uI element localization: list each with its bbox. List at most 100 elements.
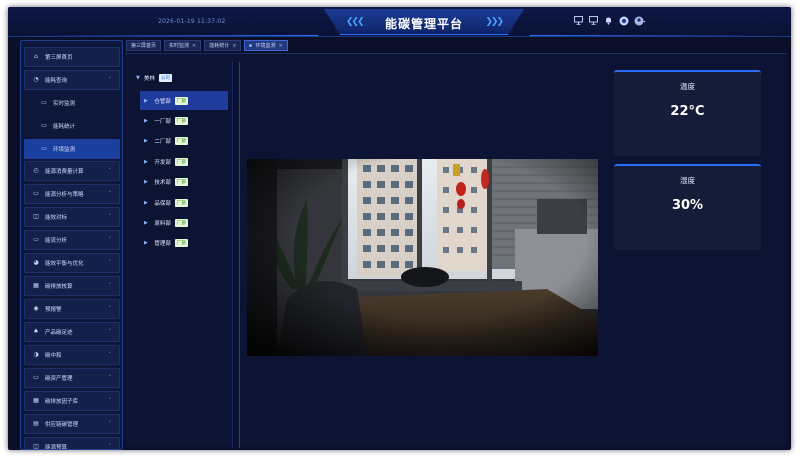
sidebar-item[interactable]: ▤ 供应链碳管理 ˅ (24, 414, 120, 434)
caret-right-icon[interactable]: ▶ (144, 240, 148, 246)
tab[interactable]: 实时监测 × (164, 40, 202, 51)
sidebar-item[interactable]: ◴ 能源消费量计算 ˅ (24, 161, 120, 181)
caret-right-icon[interactable]: ▶ (144, 220, 148, 226)
department-tag: 厂部 (174, 116, 188, 125)
chevron-up-icon[interactable]: ˄ (109, 77, 112, 83)
bell-icon[interactable] (604, 16, 613, 25)
tree-node-label: 仓管部 (154, 98, 171, 105)
top-header: 2026-01-19 11:37:02 ❮❮❮ 能碳管理平台 ❯❯❯ (8, 7, 791, 37)
department-tag: 厂部 (174, 198, 188, 207)
department-tag: 厂部 (174, 96, 188, 105)
sidebar-item-label: 能源预算 (45, 445, 68, 450)
company-tag: 公司 (158, 74, 172, 82)
sidebar-item-label: 能效对标 (45, 215, 68, 221)
caret-right-icon[interactable]: ▶ (144, 138, 148, 144)
sidebar-item[interactable]: ▭ 能源分析与策略 ˅ (24, 184, 120, 204)
tab[interactable]: 能耗统计 × (204, 40, 242, 51)
sidebar-item-label: 能源消费量计算 (45, 169, 84, 175)
sidebar-item[interactable]: ▭ 环境监测 (24, 139, 120, 159)
sidebar-item[interactable]: ⌂ 第三屏首页 (24, 47, 120, 67)
header-divider-left (18, 35, 318, 36)
close-icon[interactable]: × (232, 43, 236, 49)
tab[interactable]: 环境监测 × (244, 40, 288, 51)
chevron-down-icon[interactable]: ˅ (109, 237, 112, 243)
sidebar-item[interactable]: ▦ 碳排放核算 ˅ (24, 276, 120, 296)
sidebar-item[interactable]: ▭ 碳资产管理 ˅ (24, 368, 120, 388)
caret-right-icon[interactable]: ▶ (144, 118, 148, 124)
caret-down-icon[interactable]: ▼ (136, 75, 140, 81)
monitor-icon: ▭ (41, 145, 47, 152)
sidebar-item[interactable]: ▭ 能耗统计 (24, 116, 120, 136)
caret-right-icon[interactable]: ▶ (144, 159, 148, 165)
close-icon[interactable]: × (192, 43, 196, 49)
sidebar-item[interactable]: ◑ 碳中和 ˅ (24, 345, 120, 365)
tree-node[interactable]: ▶ 品保部 厂部 (140, 193, 228, 212)
sidebar-item[interactable]: ◉ 预报警 ˅ (24, 299, 120, 319)
sidebar-menu: ⌂ 第三屏首页 ◔ 能耗查询 ˄ ▭ 实时监测 ▭ 能耗统计 ▭ 环境监测 ◴ 能源消费量计算 ˅ ▭ 能源分… (20, 40, 123, 450)
chevron-down-icon[interactable]: ˅ (109, 421, 112, 427)
tree-node-label: 二厂部 (154, 139, 171, 146)
tree-node[interactable]: ▶ 技术部 厂部 (140, 173, 228, 192)
tree-node[interactable]: ▶ 二厂部 厂部 (140, 132, 228, 151)
org-tree: ▼ 美林 公司 ▶ 仓管部 厂部 ▶ 一厂部 厂部 ▶ 二厂部 厂部 ▶ 开发部 厂部 ▶ 技术部 厂部 ▶ 品… (125, 54, 232, 448)
sidebar-item[interactable]: ▭ 实时监测 (24, 93, 120, 113)
chevron-down-icon[interactable]: ˅ (109, 168, 112, 174)
sidebar-item[interactable]: ◫ 能效对标 ˅ (24, 207, 120, 227)
tree-node[interactable]: ▶ 一厂部 厂部 (140, 111, 228, 130)
caret-right-icon[interactable]: ▶ (144, 179, 148, 185)
chevron-down-icon[interactable]: ˅ (109, 306, 112, 312)
chain-icon: ▤ (33, 420, 39, 427)
sidebar-item[interactable]: ◕ 能效平衡与优化 ˅ (24, 253, 120, 273)
caret-right-icon[interactable]: ▶ (144, 200, 148, 206)
sidebar-item-label: 第三屏首页 (45, 55, 73, 61)
close-icon[interactable]: × (278, 43, 282, 49)
tab[interactable]: 第三屏首页 (126, 40, 162, 51)
chevron-down-icon[interactable]: ˅ (109, 283, 112, 289)
camera-feed-image (247, 159, 598, 356)
sidebar-item-label: 碳中和 (45, 353, 62, 359)
tree-root-label: 美林 (143, 76, 155, 82)
tree-node[interactable]: ▶ 管理部 厂部 (140, 234, 228, 253)
card-value: 30% (671, 198, 704, 213)
monitor-icon: ▭ (41, 122, 47, 129)
chevron-down-icon[interactable]: ˅ (109, 214, 112, 220)
sidebar-item[interactable]: ▭ 能流分析 ˅ (24, 230, 120, 250)
chevron-down-icon[interactable]: ˅ (109, 191, 112, 197)
monitor-icon[interactable] (589, 16, 598, 25)
sidebar-item[interactable]: ◫ 能源预算 ˅ (24, 437, 120, 450)
alarm-icon: ◉ (33, 305, 39, 312)
sidebar-item-label: 碳排放核算 (45, 284, 73, 290)
chevron-down-icon[interactable]: ˅ (109, 352, 112, 358)
sidebar-item[interactable]: ◔ 能耗查询 ˄ (24, 70, 120, 90)
tab-label: 第三屏首页 (131, 43, 157, 49)
tree-node[interactable]: ▶ 仓管部 厂部 (140, 91, 228, 110)
grid-icon: ▦ (33, 397, 39, 404)
monitor-icon[interactable] (574, 16, 583, 25)
monitor-icon: ▭ (41, 99, 47, 106)
sidebar-item[interactable]: ▦ 碳排放因子库 ˅ (24, 391, 120, 411)
home-icon: ⌂ (34, 53, 38, 60)
tree-root[interactable]: ▼ 美林 公司 (136, 74, 172, 82)
department-tag: 厂部 (174, 218, 188, 227)
chevron-down-icon[interactable]: ˅ (109, 375, 112, 381)
chevron-down-icon[interactable]: ˅ (109, 398, 112, 404)
tree-node[interactable]: ▶ 开发部 厂部 (140, 152, 228, 171)
chevron-down-icon[interactable]: ˅ (109, 329, 112, 335)
caret-right-icon[interactable]: ▶ (144, 98, 148, 104)
footprint-icon: ♠ (33, 328, 39, 335)
help-icon[interactable] (619, 16, 629, 26)
avatar[interactable] (634, 16, 646, 26)
target-icon: ◫ (33, 213, 39, 220)
tab-bar: 第三屏首页 实时监测 × 能耗统计 × 环境监测 × (125, 40, 787, 52)
chevron-down-icon[interactable]: ˅ (109, 260, 112, 266)
tree-node-label: 开发部 (154, 159, 171, 166)
sidebar-item-label: 碳资产管理 (45, 376, 73, 382)
active-dot-icon (249, 44, 253, 47)
tree-node[interactable]: ▶ 原料部 厂部 (140, 213, 228, 232)
tree-node-label: 品保部 (154, 200, 171, 207)
sidebar-item[interactable]: ♠ 产品碳足迹 ˅ (24, 322, 120, 342)
sidebar-item-label: 能效平衡与优化 (45, 261, 84, 267)
grid-icon: ▦ (33, 282, 39, 289)
panel-splitter[interactable] (232, 62, 237, 448)
chevron-down-icon[interactable]: ˅ (109, 444, 112, 449)
